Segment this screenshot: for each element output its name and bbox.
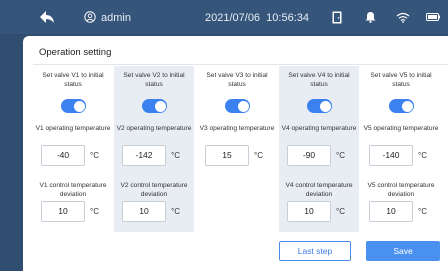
valve-column-v1: Set valve V1 to initial status V1 operat… [33, 66, 113, 232]
valve-toggle-v1[interactable] [61, 99, 86, 113]
status-bar: admin 2021/07/06 10:56:34 [0, 0, 448, 34]
temperature-unit: °C [171, 151, 180, 160]
deviation-input-v2[interactable]: 10 [122, 201, 166, 222]
deviation-label: V5 control temperature deviation [367, 182, 435, 198]
deviation-label: V2 control temperature deviation [120, 182, 188, 198]
valve-status-label: Set valve V5 to initial status [370, 72, 432, 88]
valve-status-label: Set valve V1 to initial status [42, 72, 104, 88]
save-button[interactable]: Save [366, 241, 440, 261]
deviation-unit: °C [90, 207, 99, 216]
deviation-input-v4[interactable]: 10 [287, 201, 331, 222]
deviation-label: V1 control temperature deviation [39, 182, 107, 198]
deviation-input-v5[interactable]: 10 [369, 201, 413, 222]
deviation-unit: °C [336, 207, 345, 216]
temperature-label: V3 operating temperature [199, 125, 275, 132]
deviation-unit: °C [418, 207, 427, 216]
toggle-knob [319, 100, 331, 112]
temperature-input-v4[interactable]: -90 [287, 145, 331, 166]
temperature-input-v3[interactable]: 15 [205, 145, 249, 166]
toggle-knob [154, 100, 166, 112]
temperature-label: V4 operating temperature [281, 125, 357, 132]
temperature-unit: °C [336, 151, 345, 160]
toggle-knob [237, 100, 249, 112]
valve-toggle-v4[interactable] [307, 99, 332, 113]
temperature-input-v2[interactable]: -142 [122, 145, 166, 166]
valve-status-label: Set valve V4 to initial status [288, 72, 350, 88]
valve-toggle-v2[interactable] [142, 99, 167, 113]
wifi-icon [395, 0, 411, 34]
battery-icon [425, 0, 441, 34]
toggle-knob [73, 100, 85, 112]
deviation-label: V4 control temperature deviation [285, 182, 353, 198]
last-step-button[interactable]: Last step [279, 241, 351, 261]
temperature-unit: °C [254, 151, 263, 160]
bell-icon[interactable] [363, 0, 377, 34]
username: admin [101, 12, 131, 24]
temperature-label: V5 operating temperature [363, 125, 439, 132]
valve-status-label: Set valve V2 to initial status [123, 72, 185, 88]
valve-column-v3: Set valve V3 to initial status V3 operat… [197, 66, 277, 232]
temperature-input-v5[interactable]: -140 [369, 145, 413, 166]
valve-column-v5: Set valve V5 to initial status V5 operat… [361, 66, 441, 232]
temperature-unit: °C [418, 151, 427, 160]
back-arrow-icon[interactable] [38, 0, 56, 34]
valve-toggle-v3[interactable] [225, 99, 250, 113]
operation-setting-panel: Operation setting Set valve V1 to initia… [23, 36, 448, 271]
panel-title: Operation setting [39, 47, 112, 58]
temperature-unit: °C [90, 151, 99, 160]
deviation-unit: °C [171, 207, 180, 216]
toggle-knob [401, 100, 413, 112]
deviation-input-v1[interactable]: 10 [41, 201, 85, 222]
valve-column-v2: Set valve V2 to initial status V2 operat… [114, 66, 194, 232]
valve-status-label: Set valve V3 to initial status [206, 72, 268, 88]
temperature-label: V2 operating temperature [116, 125, 192, 132]
datetime: 2021/07/06 10:56:34 [205, 12, 309, 24]
door-icon[interactable] [330, 0, 344, 34]
title-divider [33, 64, 448, 65]
user-icon [83, 0, 97, 34]
valve-column-v4: Set valve V4 to initial status V4 operat… [279, 66, 359, 232]
valve-toggle-v5[interactable] [389, 99, 414, 113]
temperature-label: V1 operating temperature [35, 125, 111, 132]
temperature-input-v1[interactable]: -40 [41, 145, 85, 166]
